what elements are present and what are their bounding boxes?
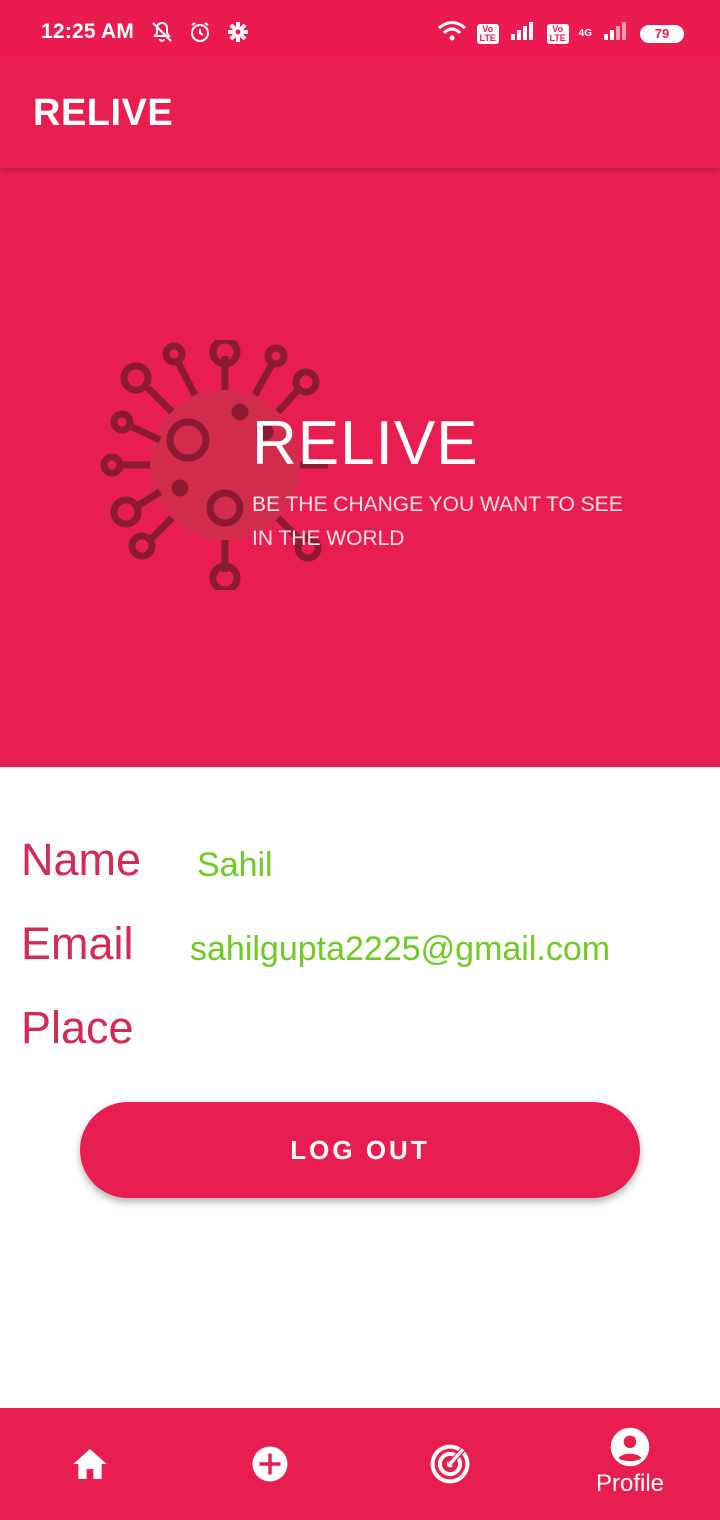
name-label: Name [21, 834, 142, 885]
volte-badge: Vo LTE [476, 23, 499, 44]
nav-profile[interactable]: Profile [540, 1408, 720, 1520]
place-label: Place [21, 1002, 134, 1053]
status-bar: 12:25 AM Vo LTE Vo LTE 4G 79 [0, 0, 720, 56]
app-title: RELIVE [33, 92, 174, 134]
radar-icon [430, 1444, 470, 1484]
home-icon [73, 1449, 107, 1479]
email-value: sahilgupta2225@gmail.com [190, 930, 611, 968]
signal-icon [509, 20, 537, 47]
name-value: Sahil [197, 846, 273, 884]
email-label: Email [21, 918, 134, 969]
nav-profile-label: Profile [595, 1470, 665, 1497]
banner: RELIVE BE THE CHANGE YOU WANT TO SEE IN … [0, 168, 720, 767]
status-time: 12:25 AM [41, 20, 135, 43]
network-type: 4G [578, 28, 592, 39]
nav-radar[interactable] [360, 1408, 540, 1520]
tagline-line-2: IN THE WORLD [252, 527, 405, 550]
wifi-icon [437, 20, 467, 47]
brand-title: RELIVE [252, 409, 479, 478]
battery-icon: 79 [640, 24, 684, 43]
signal-icon-2 [602, 20, 630, 47]
bottom-nav: Profile [0, 1408, 720, 1520]
logout-button[interactable]: LOG OUT [80, 1102, 640, 1198]
tagline-line-1: BE THE CHANGE YOU WANT TO SEE [252, 493, 623, 516]
add-circle-icon [252, 1446, 288, 1482]
volte-badge-2: Vo LTE [546, 23, 569, 44]
app-bar: RELIVE [0, 56, 720, 168]
nav-add[interactable] [180, 1408, 360, 1520]
mute-bell-icon [150, 20, 174, 49]
account-circle-icon [610, 1427, 650, 1467]
tagline: BE THE CHANGE YOU WANT TO SEE IN THE WOR… [252, 488, 672, 556]
nav-home[interactable] [0, 1408, 180, 1520]
gear-icon [226, 20, 250, 49]
alarm-icon [188, 20, 212, 49]
